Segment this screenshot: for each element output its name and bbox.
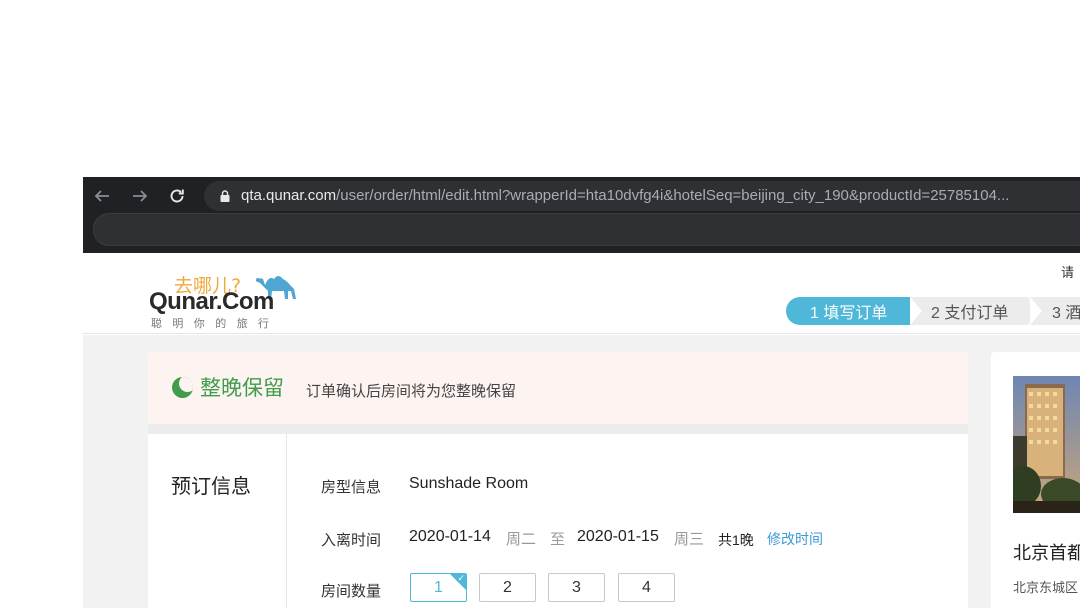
checkmark-icon: ✓ — [457, 573, 465, 583]
room-count-value: 4 — [642, 578, 651, 596]
browser-toolbar: qta.qunar.com/user/order/html/edit.html?… — [83, 177, 1080, 253]
stay-dates-label: 入离时间 — [321, 532, 382, 549]
qunar-logo[interactable]: 去哪儿? Qunar.Com 聪明你的旅行 — [149, 261, 309, 330]
room-count-option-4[interactable]: 4 — [618, 573, 675, 602]
url-text: qta.qunar.com/user/order/html/edit.html?… — [241, 187, 1009, 204]
room-type-value: Sunshade Room — [409, 475, 529, 492]
step-notch — [910, 297, 922, 325]
step-fill-order: 1 填写订单 — [786, 297, 911, 325]
booking-info-card: 预订信息 房型信息 Sunshade Room 入离时间 2020-01-14 … — [148, 434, 968, 608]
booking-section-title: 预订信息 — [171, 476, 251, 498]
hotel-name: 北京首都 — [1013, 543, 1080, 563]
hotel-building-image — [1013, 376, 1080, 513]
reload-icon — [170, 189, 184, 203]
checkin-date: 2020-01-14 — [409, 528, 491, 545]
room-count-option-1[interactable]: 1 ✓ — [410, 573, 467, 602]
bookmarks-bar — [93, 213, 1080, 246]
site-header: 去哪儿? Qunar.Com 聪明你的旅行 请 1 填写订单 2 支付订单 3 … — [83, 253, 1080, 334]
hotel-summary-card: 北京首都 北京东城区 — [991, 352, 1080, 608]
address-bar[interactable]: qta.qunar.com/user/order/html/edit.html?… — [204, 181, 1080, 211]
checkin-weekday: 周二 — [506, 531, 537, 548]
step-label: 3 酒 — [1052, 305, 1080, 322]
date-separator: 至 — [550, 531, 566, 548]
forward-button[interactable] — [127, 183, 153, 209]
room-count-option-3[interactable]: 3 — [548, 573, 605, 602]
night-reserve-notice: 整晚保留 订单确认后房间将为您整晚保留 — [148, 352, 968, 424]
logo-slogan: 聪明你的旅行 — [151, 318, 280, 330]
url-path: /user/order/html/edit.html?wrapperId=hta… — [336, 187, 1010, 204]
logo-en-text: Qunar.Com — [149, 288, 274, 315]
header-login-text[interactable]: 请 — [1061, 262, 1074, 281]
room-count-value: 2 — [503, 578, 512, 596]
reload-button[interactable] — [164, 183, 190, 209]
section-divider — [148, 424, 968, 434]
url-host: qta.qunar.com — [241, 187, 337, 204]
step-pay-order: 2 支付订单 — [910, 297, 1028, 325]
modify-dates-link[interactable]: 修改时间 — [767, 529, 823, 549]
notice-description: 订单确认后房间将为您整晚保留 — [306, 383, 517, 400]
card-divider — [286, 434, 287, 608]
moon-icon — [172, 377, 193, 398]
arrow-right-icon — [133, 190, 148, 202]
hotel-photo[interactable] — [1013, 376, 1080, 513]
step-label: 1 填写订单 — [810, 305, 888, 322]
step-notch — [1030, 297, 1042, 325]
back-button[interactable] — [89, 183, 115, 209]
room-count-value: 3 — [572, 578, 581, 596]
checkout-weekday: 周三 — [674, 531, 705, 548]
arrow-left-icon — [94, 190, 109, 202]
step-label: 2 支付订单 — [931, 305, 1009, 322]
checkout-date: 2020-01-15 — [577, 528, 659, 545]
hotel-address: 北京东城区 — [1013, 580, 1079, 595]
notice-title: 整晚保留 — [200, 376, 284, 400]
room-type-label: 房型信息 — [321, 479, 382, 496]
room-count-option-2[interactable]: 2 — [479, 573, 536, 602]
room-count-value: 1 — [434, 578, 443, 596]
lock-icon — [220, 190, 230, 202]
room-count-label: 房间数量 — [321, 583, 382, 600]
nights-count: 共1晚 — [718, 532, 754, 548]
screenshot-stage: qta.qunar.com/user/order/html/edit.html?… — [0, 0, 1080, 608]
